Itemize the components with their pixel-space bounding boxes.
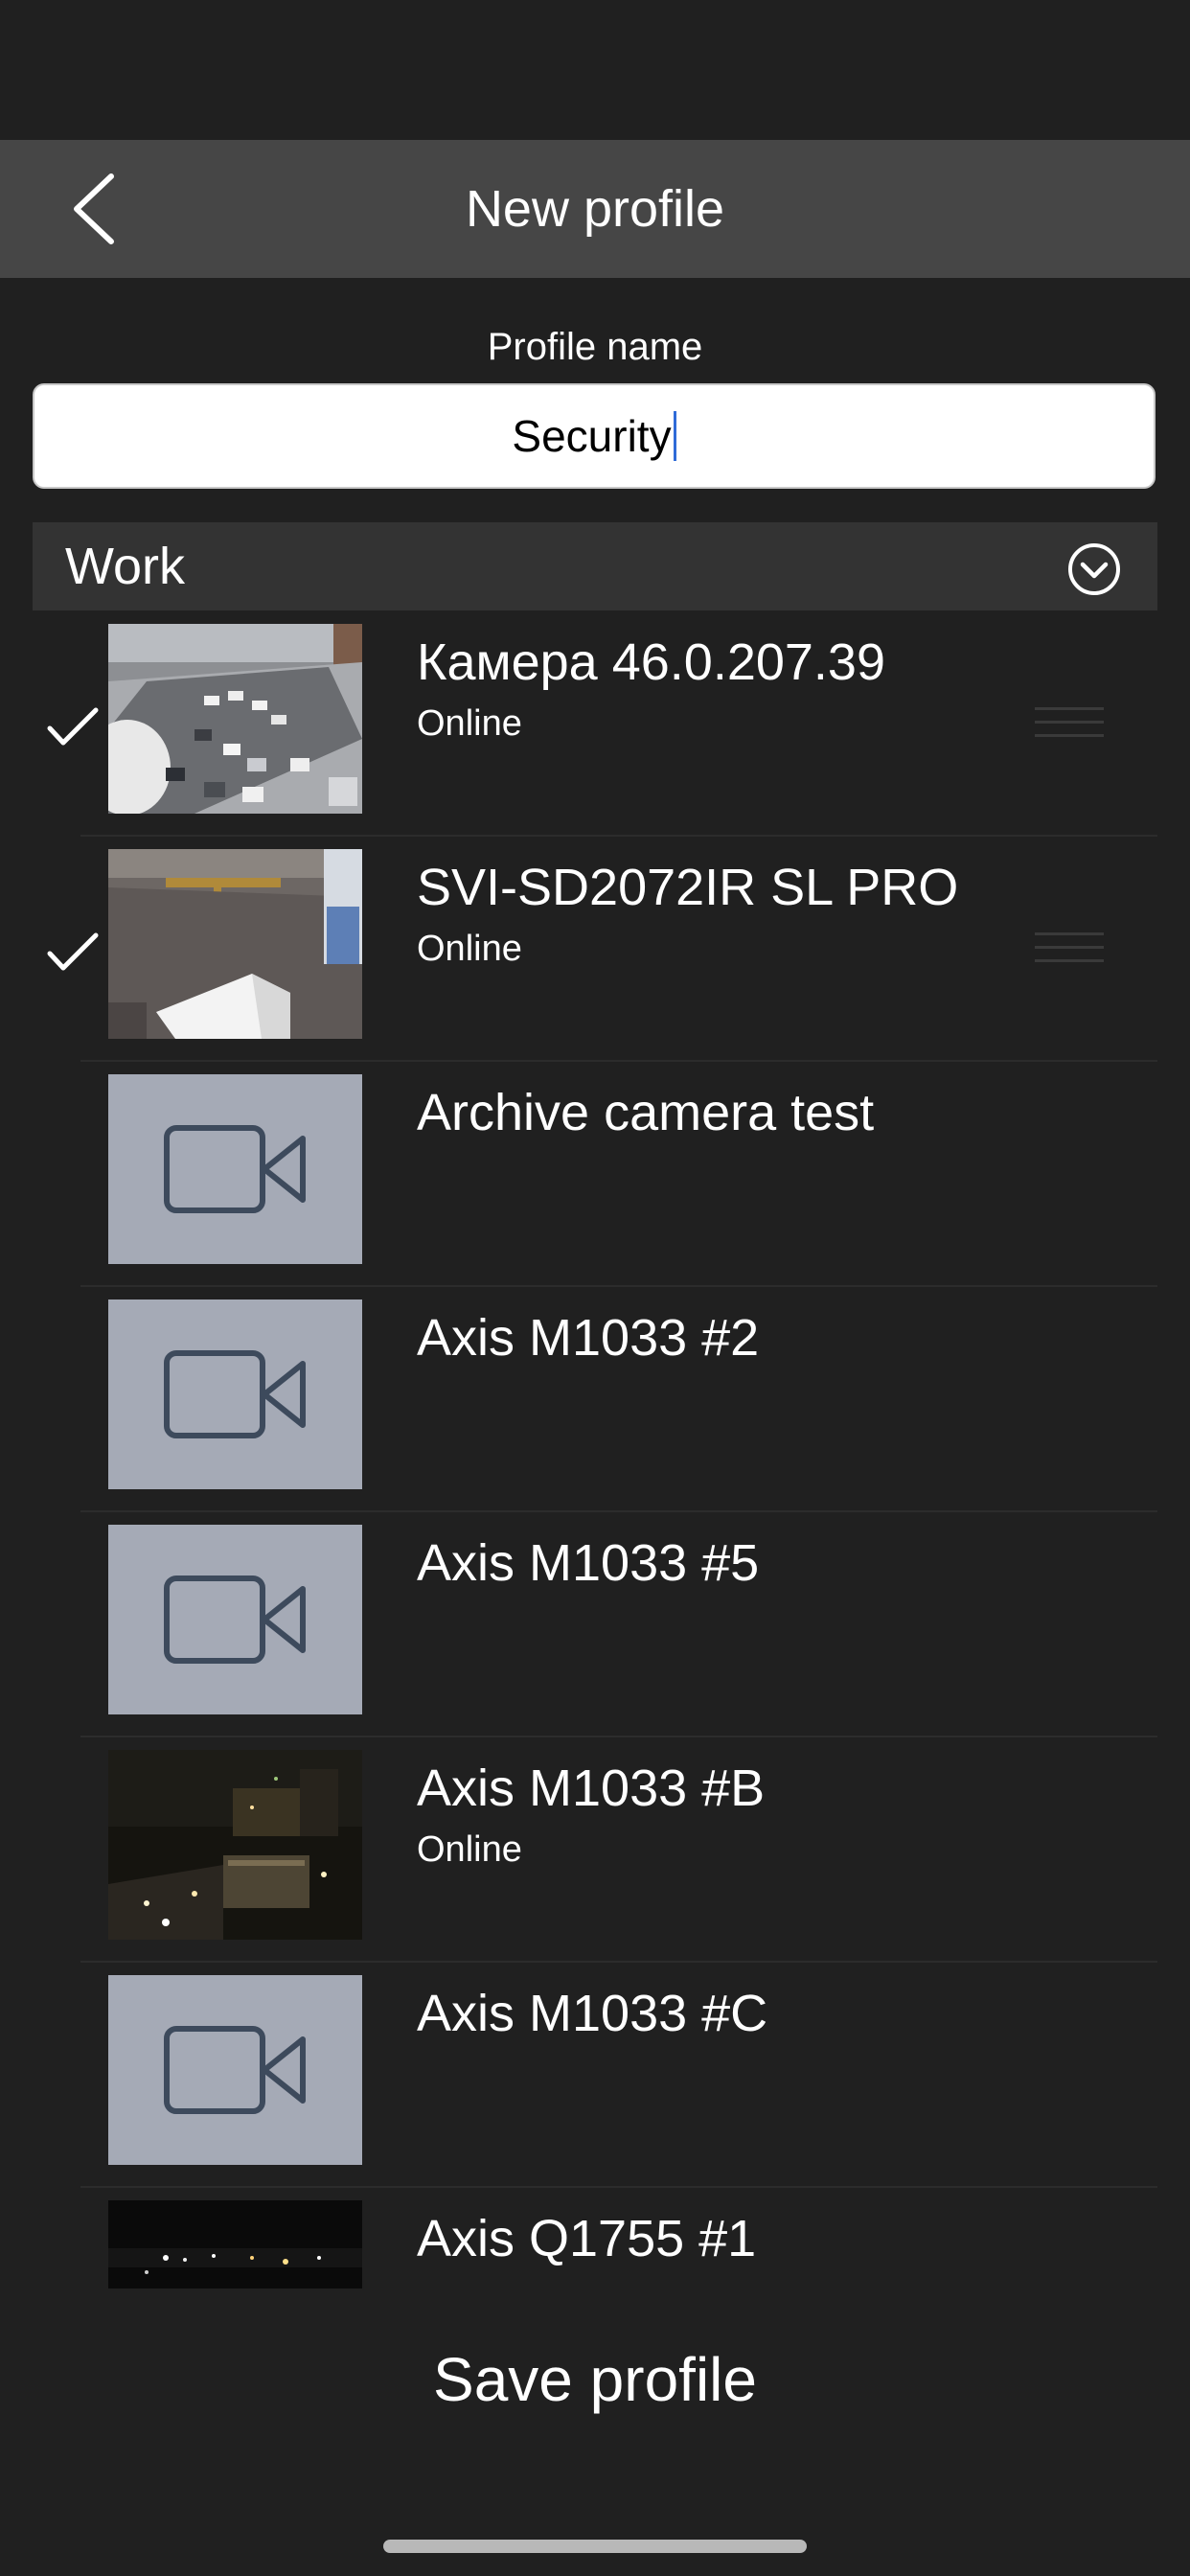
camera-name: Axis Q1755 #1 [417, 2210, 757, 2267]
camera-name: Axis M1033 #C [417, 1985, 768, 2042]
camera-name: Axis M1033 #5 [417, 1534, 760, 1592]
camera-row[interactable]: SVI-SD2072IR SL PRO Online [0, 837, 1190, 1062]
group-header[interactable]: Work [33, 522, 1157, 610]
camera-status: Online [417, 703, 522, 744]
camera-thumbnail [108, 2200, 362, 2288]
camera-name: SVI-SD2072IR SL PRO [417, 859, 959, 916]
camera-thumbnail [108, 1074, 362, 1264]
camera-row[interactable]: Axis M1033 #B Online [0, 1737, 1190, 1963]
profile-name-label: Profile name [487, 326, 703, 368]
camera-name: Axis M1033 #B [417, 1760, 766, 1817]
camera-name: Axis M1033 #2 [417, 1309, 760, 1367]
camera-thumbnail [108, 849, 362, 1039]
status-bar [0, 0, 1190, 140]
camera-status: Online [417, 929, 522, 969]
camera-row[interactable]: Камера 46.0.207.39 Online [0, 611, 1190, 837]
camera-thumbnail [108, 1300, 362, 1489]
camera-row[interactable]: Axis M1033 #C [0, 1963, 1190, 2188]
camera-status: Online [417, 1829, 522, 1870]
checkmark-icon [47, 932, 99, 971]
camera-name: Камера 46.0.207.39 [417, 633, 885, 691]
save-profile-button[interactable]: Save profile [0, 2300, 1190, 2458]
camera-row[interactable]: Axis Q1755 #1 [0, 2188, 1190, 2288]
checkmark-icon [47, 707, 99, 746]
page-title: New profile [465, 180, 725, 238]
camera-name: Archive camera test [417, 1084, 875, 1141]
drag-handle[interactable] [1035, 707, 1104, 746]
video-camera-icon [164, 1125, 306, 1213]
chevron-down-circle-icon[interactable] [1067, 542, 1121, 596]
video-camera-icon [164, 1576, 306, 1664]
home-indicator[interactable] [383, 2540, 807, 2553]
video-camera-icon [164, 2026, 306, 2114]
camera-row[interactable]: Axis M1033 #5 [0, 1512, 1190, 1737]
camera-thumbnail [108, 1525, 362, 1714]
profile-name-input[interactable]: Security [33, 383, 1156, 489]
camera-thumbnail [108, 624, 362, 814]
text-caret [673, 411, 676, 461]
video-camera-icon [164, 1350, 306, 1438]
profile-name-value: Security [512, 411, 672, 461]
camera-thumbnail [108, 1975, 362, 2165]
drag-handle[interactable] [1035, 932, 1104, 971]
group-title: Work [65, 538, 186, 595]
camera-row[interactable]: Archive camera test [0, 1062, 1190, 1287]
camera-row[interactable]: Axis M1033 #2 [0, 1287, 1190, 1512]
camera-list[interactable]: Камера 46.0.207.39 Online SVI-SD2072IR S… [0, 611, 1190, 2288]
nav-bar: New profile [0, 140, 1190, 278]
camera-thumbnail [108, 1750, 362, 1940]
